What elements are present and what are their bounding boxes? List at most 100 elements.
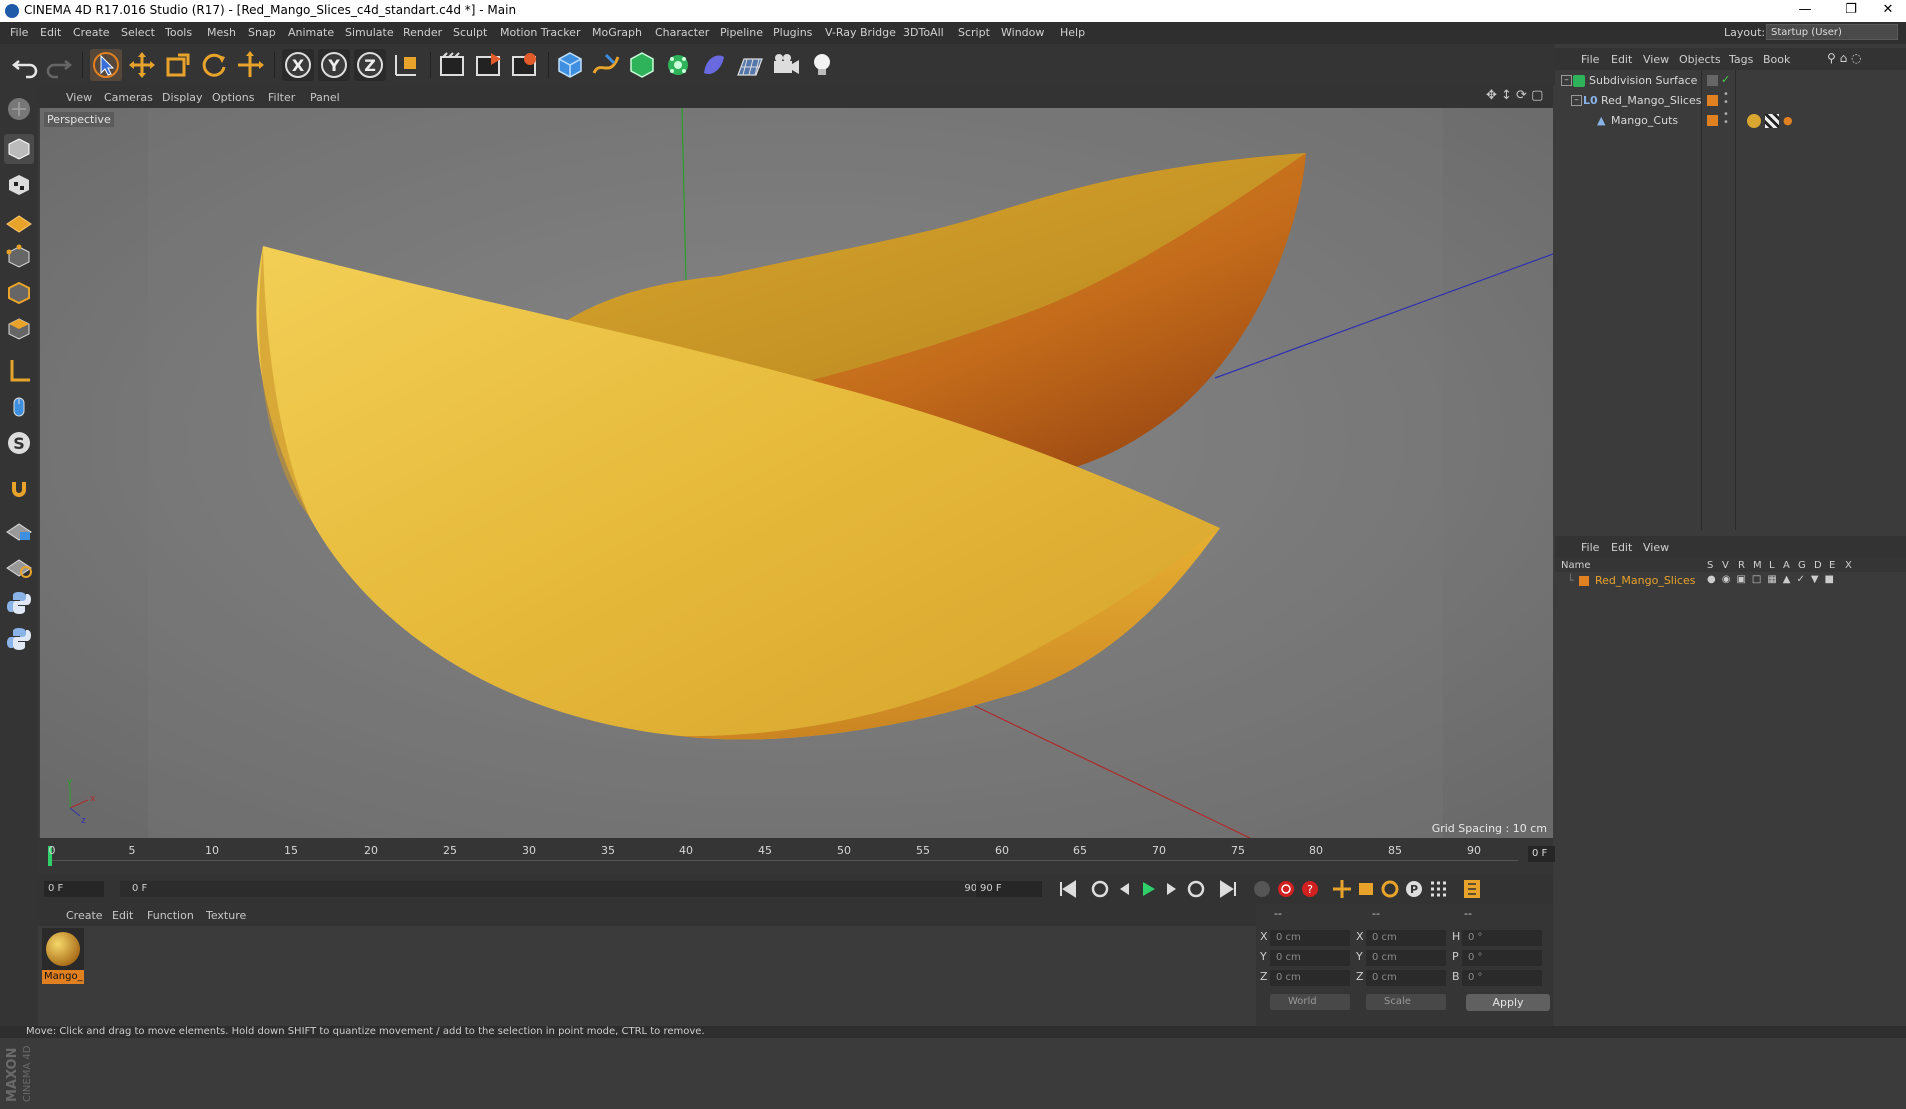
phong-tag-icon[interactable]: ● <box>1783 114 1793 127</box>
viewport-menu-cameras[interactable]: Cameras <box>104 91 153 104</box>
redo-icon[interactable] <box>42 49 74 81</box>
scale-icon[interactable] <box>162 49 194 81</box>
light-icon[interactable] <box>806 49 838 81</box>
rotation-b-field[interactable]: 0 ° <box>1462 970 1542 986</box>
edges-mode-icon[interactable] <box>4 278 34 308</box>
menu-pipeline[interactable]: Pipeline <box>720 26 763 39</box>
viewport-menu-view[interactable]: View <box>66 91 92 104</box>
material-menu-function[interactable]: Function <box>147 909 194 922</box>
rotation-p-field[interactable]: 0 ° <box>1462 950 1542 966</box>
menu-script[interactable]: Script <box>958 26 990 39</box>
uvw-tag-icon[interactable] <box>1765 114 1779 128</box>
range-slider[interactable]: 0 F 90 F <box>120 881 1000 897</box>
viewport-menu-panel[interactable]: Panel <box>310 91 340 104</box>
material-menu-create[interactable]: Create <box>66 909 103 922</box>
position-x-field[interactable]: 0 cm <box>1270 930 1350 946</box>
workplane-grid-icon[interactable] <box>4 552 34 582</box>
om-menu-tags[interactable]: Tags <box>1729 53 1753 66</box>
coordinate-type-select[interactable]: Scale <box>1366 994 1446 1010</box>
menu-create[interactable]: Create <box>73 26 110 39</box>
menu-mograph[interactable]: MoGraph <box>592 26 642 39</box>
close-icon[interactable]: ✕ <box>1870 0 1906 22</box>
om-menu-book[interactable]: Book <box>1763 53 1790 66</box>
render-view-icon[interactable] <box>436 49 468 81</box>
goto-start-icon[interactable] <box>1056 878 1080 900</box>
polygons-mode-icon[interactable] <box>4 314 34 344</box>
viewport-menu-filter[interactable]: Filter <box>268 91 295 104</box>
menu-help[interactable]: Help <box>1060 26 1085 39</box>
x-axis-icon[interactable]: X <box>282 49 314 81</box>
menu-tools[interactable]: Tools <box>165 26 192 39</box>
previous-frame-icon[interactable] <box>1112 878 1136 900</box>
minimize-icon[interactable]: — <box>1782 0 1828 22</box>
z-axis-icon[interactable]: Z <box>354 49 386 81</box>
object-row[interactable]: ▲ Mango_Cuts • • ● <box>1557 110 1897 132</box>
menu-edit[interactable]: Edit <box>40 26 61 39</box>
layer-col-name[interactable]: Name <box>1561 560 1591 571</box>
model-mode-icon[interactable] <box>4 134 34 164</box>
position-z-field[interactable]: 0 cm <box>1270 970 1350 986</box>
layer-menu-file[interactable]: File <box>1581 541 1599 554</box>
key-rotation-icon[interactable] <box>1378 878 1402 900</box>
record-icon[interactable] <box>1274 878 1298 900</box>
om-menu-edit[interactable]: Edit <box>1611 53 1632 66</box>
material-tag-icon[interactable] <box>1747 114 1761 128</box>
layer-row[interactable]: └ Red_Mango_Slices ●◉▣□▦▲✓▼■ <box>1557 574 1897 592</box>
menu-character[interactable]: Character <box>655 26 709 39</box>
undo-icon[interactable] <box>10 49 42 81</box>
goto-end-icon[interactable] <box>1216 878 1240 900</box>
size-x-field[interactable]: 0 cm <box>1366 930 1446 946</box>
workplane-icon[interactable] <box>4 206 34 236</box>
play-icon[interactable] <box>1136 878 1160 900</box>
viewport-menu-display[interactable]: Display <box>162 91 203 104</box>
material-menu-edit[interactable]: Edit <box>112 909 133 922</box>
layer-color-swatch[interactable] <box>1579 576 1589 586</box>
menu-simulate[interactable]: Simulate <box>345 26 394 39</box>
timeline-ruler[interactable]: 0 5 10 15 20 25 30 35 40 45 50 55 60 65 … <box>38 838 1588 874</box>
render-picture-viewer-icon[interactable] <box>472 49 504 81</box>
material-menu-texture[interactable]: Texture <box>206 909 246 922</box>
layer-col-r[interactable]: R <box>1738 560 1745 571</box>
motion-path-icon[interactable] <box>1250 878 1274 900</box>
layer-col-m[interactable]: M <box>1753 560 1762 571</box>
goto-next-key-icon[interactable] <box>1184 878 1208 900</box>
coordinate-system-icon[interactable] <box>390 49 422 81</box>
points-mode-icon[interactable] <box>4 242 34 272</box>
cube-icon[interactable] <box>554 49 586 81</box>
timeline-window-icon[interactable] <box>1460 878 1484 900</box>
render-settings-icon[interactable] <box>508 49 540 81</box>
size-z-field[interactable]: 0 cm <box>1366 970 1446 986</box>
start-frame-field[interactable]: 0 F <box>44 881 104 897</box>
next-frame-icon[interactable] <box>1160 878 1184 900</box>
om-menu-file[interactable]: File <box>1581 53 1599 66</box>
layer-col-g[interactable]: G <box>1798 560 1806 571</box>
tweak-mode-icon[interactable] <box>4 392 34 422</box>
layer-flags-icons[interactable]: ●◉▣□▦▲✓▼■ <box>1707 574 1840 585</box>
menu-render[interactable]: Render <box>403 26 442 39</box>
layer-col-l[interactable]: L <box>1769 560 1775 571</box>
key-position-icon[interactable] <box>1330 878 1354 900</box>
axis-mode-icon[interactable] <box>4 356 34 386</box>
visibility-dots-icon[interactable]: • • <box>1723 90 1729 108</box>
om-menu-objects[interactable]: Objects <box>1679 53 1721 66</box>
layer-col-e[interactable]: E <box>1829 560 1835 571</box>
menu-mesh[interactable]: Mesh <box>207 26 236 39</box>
transform-icon[interactable] <box>234 49 266 81</box>
cloner-icon[interactable] <box>662 49 694 81</box>
python-script-icon[interactable] <box>4 624 34 654</box>
layer-col-s[interactable]: S <box>1707 560 1713 571</box>
end-frame-field[interactable]: 90 F <box>976 881 1042 897</box>
move-icon[interactable] <box>126 49 158 81</box>
layer-menu-view[interactable]: View <box>1643 541 1669 554</box>
visibility-dots-icon[interactable]: • • <box>1723 110 1729 128</box>
make-editable-icon[interactable] <box>4 94 34 124</box>
camera-icon[interactable] <box>770 49 802 81</box>
autokey-icon[interactable]: ? <box>1298 878 1322 900</box>
pen-spline-icon[interactable] <box>590 49 622 81</box>
layout-select[interactable]: Startup (User) <box>1766 24 1898 40</box>
size-y-field[interactable]: 0 cm <box>1366 950 1446 966</box>
enabled-check-icon[interactable]: ✓ <box>1721 73 1730 86</box>
layer-col-x[interactable]: X <box>1845 560 1852 571</box>
material-swatch[interactable]: Mango_ <box>42 928 84 986</box>
key-parameter-icon[interactable]: P <box>1402 878 1426 900</box>
